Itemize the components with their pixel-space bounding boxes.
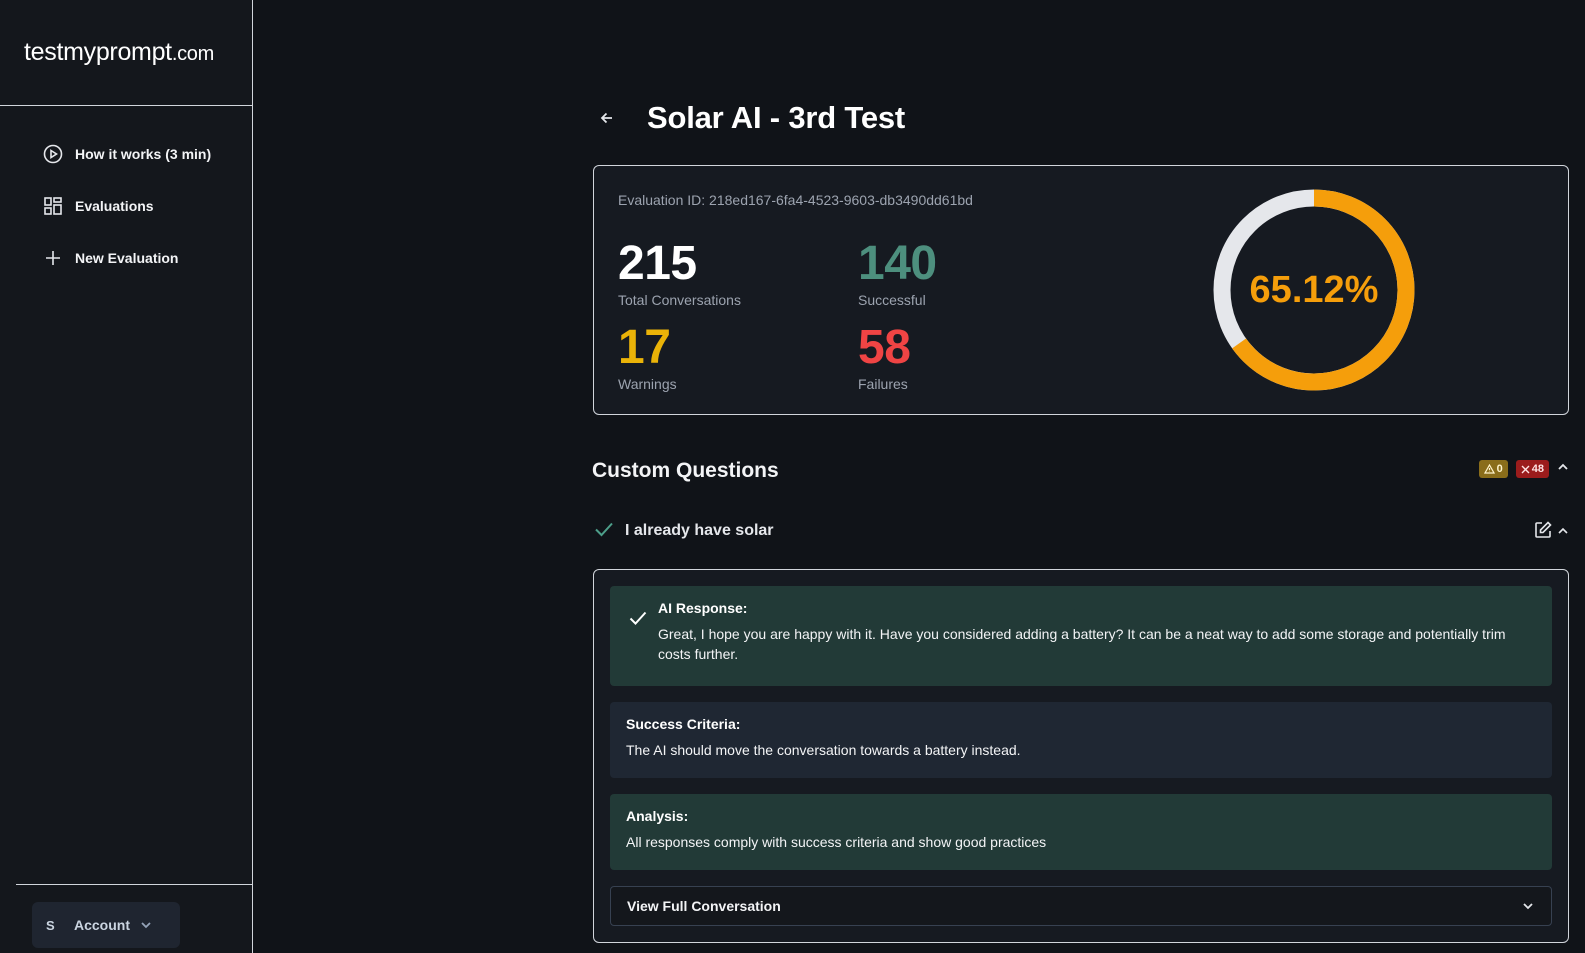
plus-icon [43,248,63,268]
failure-count: 48 [1531,463,1544,475]
grid-icon [43,196,63,216]
account-button[interactable]: S Account [32,902,180,948]
stat-successful: 140 Successful [858,237,937,309]
chevron-down-icon [141,922,151,929]
failure-badge: 48 [1515,460,1549,478]
sidebar-item-label: Evaluations [75,198,154,214]
sidebar-item-new-evaluation[interactable]: New Evaluation [43,232,252,284]
stat-warnings: 17 Warnings [618,321,677,393]
stat-successful-label: Successful [858,292,926,308]
check-icon [628,608,648,633]
analysis-block: Analysis: All responses comply with succ… [610,794,1552,870]
stat-total-label: Total Conversations [618,292,741,308]
warning-count: 0 [1496,463,1503,475]
sidebar-item-label: New Evaluation [75,250,179,266]
stat-successful-value: 140 [858,237,937,290]
section-badges: 0 48 [1478,460,1569,478]
chevron-down-icon [1523,903,1533,910]
stat-failures-label: Failures [858,376,908,392]
brand-logo[interactable]: testmyprompt.com [24,38,214,67]
back-button[interactable] [593,104,621,132]
question-row[interactable]: I already have solar [593,516,1569,546]
stat-total: 215 Total Conversations [618,237,741,309]
arrow-left-icon [600,112,612,124]
view-full-conversation-button[interactable]: View Full Conversation [610,886,1552,926]
sidebar-item-how-it-works[interactable]: How it works (3 min) [43,128,252,180]
stat-warnings-value: 17 [618,321,671,374]
brand-tld: .com [171,43,214,65]
page-title: Solar AI - 3rd Test [647,100,906,135]
section-title: Custom Questions [592,459,779,482]
success-criteria-text: The AI should move the conversation towa… [626,742,1021,758]
logo-area: testmyprompt.com [0,0,252,106]
ai-response-block: AI Response: Great, I hope you are happy… [610,586,1552,686]
stat-failures-value: 58 [858,321,911,374]
account-label: Account [74,917,130,933]
question-title: I already have solar [625,522,774,539]
view-full-conversation-label: View Full Conversation [627,898,781,914]
chevron-up-icon[interactable] [1557,460,1569,478]
stat-warnings-label: Warnings [618,376,677,392]
analysis-text: All responses comply with success criter… [626,834,1047,850]
question-actions [1533,520,1569,545]
play-circle-icon [43,144,63,164]
chevron-up-icon[interactable] [1557,524,1569,542]
analysis-label: Analysis: [626,808,689,824]
stat-failures: 58 Failures [858,321,911,393]
sidebar-item-evaluations[interactable]: Evaluations [43,180,252,232]
ai-response-text: Great, I hope you are happy with it. Hav… [658,626,1506,662]
stat-total-value: 215 [618,237,697,290]
page-header: Solar AI - 3rd Test [593,100,905,136]
evaluation-id: Evaluation ID: 218ed167-6fa4-4523-9603-d… [618,192,973,208]
avatar: S [46,917,55,933]
edit-icon[interactable] [1533,520,1553,545]
ai-response-label: AI Response: [658,600,748,616]
custom-questions-header[interactable]: Custom Questions 0 48 [592,456,1569,486]
sidebar-nav: How it works (3 min) Evaluations New Eva… [0,106,252,284]
sidebar-item-label: How it works (3 min) [75,146,212,162]
sidebar: testmyprompt.com How it works (3 min) Ev… [0,0,253,953]
check-icon [593,518,615,545]
x-icon [1521,465,1530,473]
success-rate-label: 65.12% [1249,268,1379,311]
warning-badge: 0 [1478,460,1508,478]
success-criteria-block: Success Criteria: The AI should move the… [610,702,1552,778]
question-detail-card: AI Response: Great, I hope you are happy… [593,569,1569,943]
success-criteria-label: Success Criteria: [626,716,741,732]
stats-card: Evaluation ID: 218ed167-6fa4-4523-9603-d… [593,165,1569,415]
brand-name: testmyprompt [24,38,172,66]
warning-icon [1483,464,1495,474]
sidebar-divider [16,884,252,885]
